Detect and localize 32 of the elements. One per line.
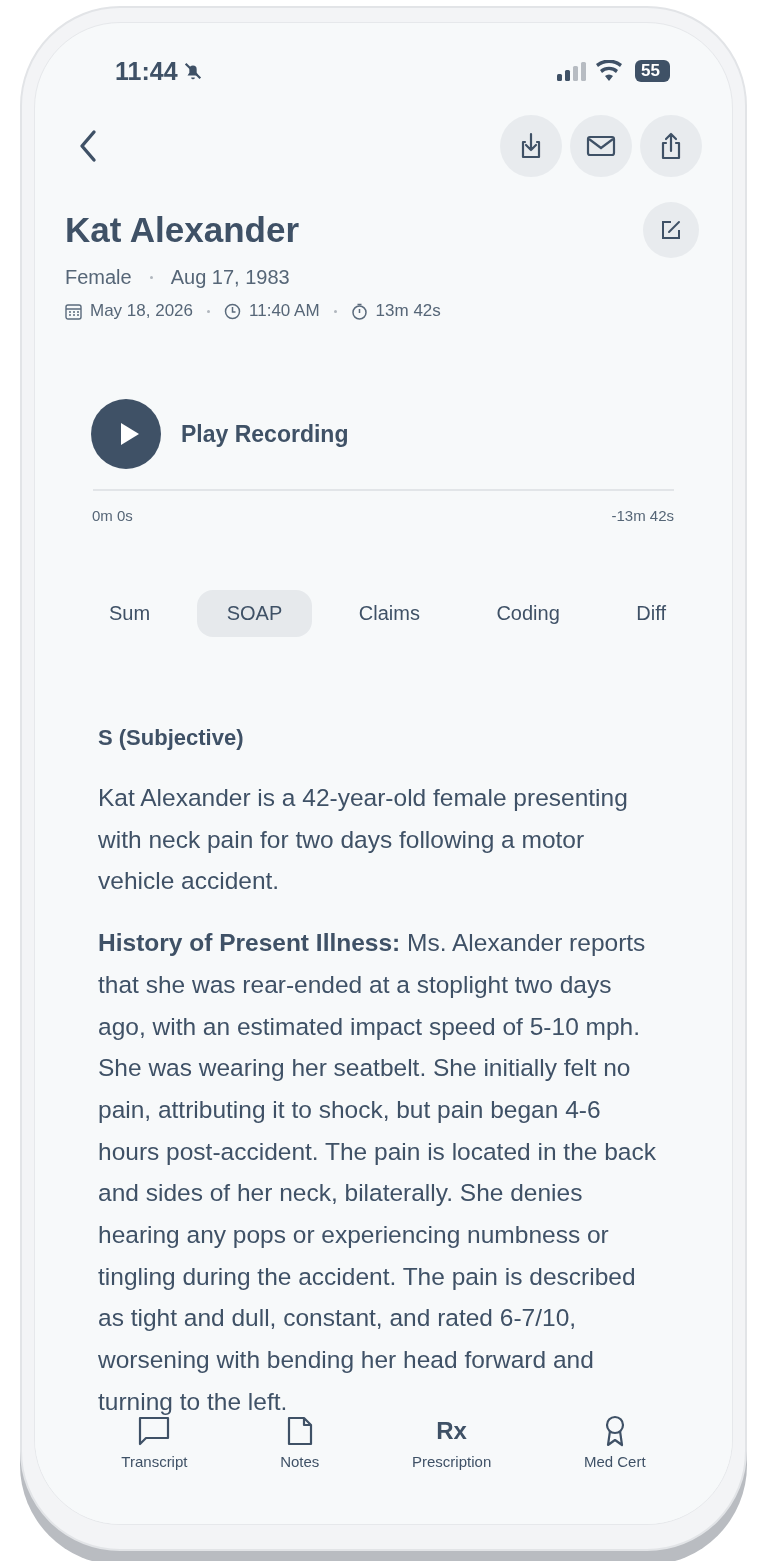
timer-icon bbox=[350, 302, 368, 320]
edit-icon bbox=[659, 218, 683, 242]
clock-icon bbox=[224, 302, 241, 320]
note-paragraph: Kat Alexander is a 42-year-old female presenting with neck pain for two days following a motor vehicle accident. bbox=[98, 783, 629, 897]
play-recording-label: Play Recording bbox=[181, 420, 349, 448]
patient-sex: Female bbox=[65, 266, 132, 289]
nav-item[interactable]: Rx Prescription bbox=[412, 1415, 492, 1479]
nav-item[interactable]: Notes bbox=[280, 1415, 320, 1479]
patient-birthdate: Aug 17, 1983 bbox=[170, 266, 290, 289]
edit-button[interactable] bbox=[643, 202, 699, 258]
tab[interactable]: Claims bbox=[328, 590, 450, 637]
visit-date: May 18, 2026 bbox=[90, 301, 193, 321]
calendar-icon bbox=[65, 302, 82, 320]
signal-icon bbox=[557, 61, 588, 81]
patient-name: Kat Alexander bbox=[65, 210, 300, 250]
tab[interactable]: Sum bbox=[79, 590, 181, 637]
remaining-time: -13m 42s bbox=[611, 507, 674, 524]
back-icon[interactable] bbox=[77, 129, 99, 163]
elapsed-time: 0m 0s bbox=[92, 507, 133, 524]
battery-indicator: 55 bbox=[635, 60, 670, 82]
note-paragraph: History of Present Illness: Ms. Alexander reports that she was rear-ended at a stoplight two days ago, with an estimated impact speed of 5-10 mph. She was wearing her seatbelt. She initially felt no pain, attributing it to shock, but pain began 4-6 hours post-accident. The pain is located in the back and sides of her neck, bilaterally. She denies hearing any pops or experiencing numbness or tingling during the accident. The pain is described as tight and dull, constant, and rated 6-7/10, worsening with bending her head forward and turning to the left. bbox=[98, 928, 657, 1417]
tab[interactable]: SOAP bbox=[196, 590, 313, 637]
nav-item[interactable]: Transcript bbox=[121, 1415, 188, 1479]
visit-time: 11:40 AM bbox=[249, 301, 320, 321]
tab[interactable]: Coding bbox=[466, 590, 590, 637]
status-time: 11:44 bbox=[115, 56, 178, 86]
section-heading: S (Subjective) bbox=[98, 725, 245, 751]
speech-bubble-icon bbox=[137, 1415, 172, 1447]
tab[interactable]: Diff bbox=[606, 590, 696, 637]
visit-duration: 13m 42s bbox=[375, 301, 441, 321]
wifi-icon bbox=[595, 60, 624, 82]
nav-item[interactable]: Med Cert bbox=[583, 1415, 646, 1479]
